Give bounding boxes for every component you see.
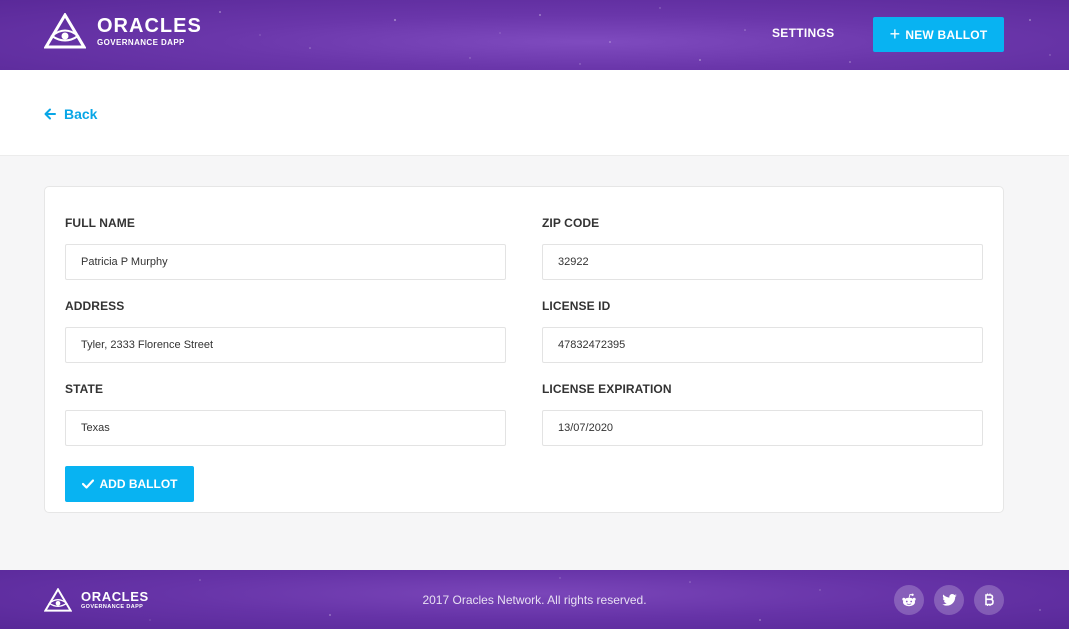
zip-code-input[interactable] [542,244,983,280]
bitcoin-link[interactable] [974,585,1004,615]
bitcoin-icon [985,593,994,606]
eye-pyramid-icon [44,13,86,49]
full-name-input[interactable] [65,244,506,280]
new-ballot-label: NEW BALLOT [905,27,988,42]
back-label: Back [64,106,98,122]
top-header: ORACLES GOVERNANCE DAPP SETTINGS + NEW B… [0,0,1069,70]
check-icon [81,479,94,489]
add-ballot-label: ADD BALLOT [99,477,178,491]
twitter-link[interactable] [934,585,964,615]
logo-title: ORACLES [97,14,202,37]
address-input[interactable] [65,327,506,363]
reddit-icon [902,593,916,607]
ballot-form: FULL NAME ADDRESS STATE ZIP CODE LICENSE… [44,186,1004,513]
add-ballot-button[interactable]: ADD BALLOT [65,466,194,502]
license-id-label: LICENSE ID [542,299,611,313]
arrow-left-icon [44,108,56,120]
state-label: STATE [65,382,104,396]
new-ballot-button[interactable]: + NEW BALLOT [873,17,1004,52]
license-expiration-input[interactable] [542,410,983,446]
zip-code-label: ZIP CODE [542,216,600,230]
settings-link[interactable]: SETTINGS [772,26,834,40]
back-bar: Back [0,70,1069,156]
page-footer: ORACLES GOVERNANCE DAPP 2017 Oracles Net… [0,570,1069,629]
reddit-link[interactable] [894,585,924,615]
full-name-label: FULL NAME [65,216,136,230]
license-id-input[interactable] [542,327,983,363]
logo-subtitle: GOVERNANCE DAPP [97,37,185,47]
state-input[interactable] [65,410,506,446]
back-link[interactable]: Back [44,106,97,122]
header-logo[interactable]: ORACLES GOVERNANCE DAPP [44,13,202,49]
plus-icon: + [889,23,901,44]
address-label: ADDRESS [65,299,125,313]
license-expiration-label: LICENSE EXPIRATION [542,382,672,396]
twitter-icon [941,594,957,606]
